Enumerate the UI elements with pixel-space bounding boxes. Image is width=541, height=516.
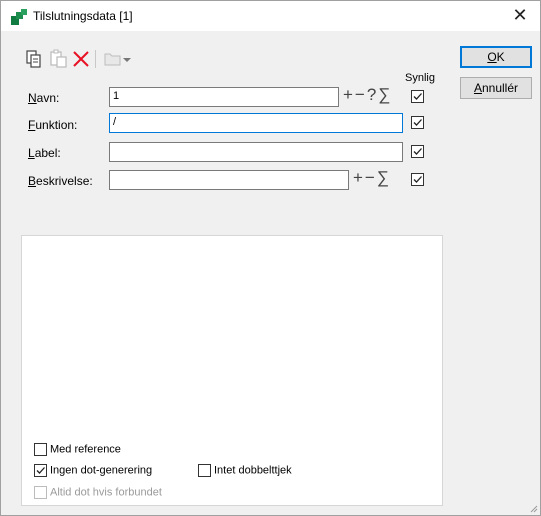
name-label: Navn: <box>28 91 60 105</box>
close-button[interactable]: ✕ <box>500 1 540 31</box>
window-title: Tilslutningsdata [1] <box>33 9 133 23</box>
folder-icon[interactable] <box>103 49 123 69</box>
copy-icon[interactable] <box>25 49 45 69</box>
no-dot-generation-checkbox[interactable] <box>34 464 47 477</box>
check-icon <box>413 176 422 183</box>
description-label: Beskrivelse: <box>28 174 93 188</box>
always-dot-if-connected-checkbox <box>34 486 47 499</box>
description-input[interactable] <box>109 170 349 190</box>
resize-grip-icon[interactable] <box>528 503 538 513</box>
no-double-check-checkbox[interactable] <box>198 464 211 477</box>
label-visible-checkbox[interactable] <box>411 145 424 158</box>
close-icon: ✕ <box>512 5 528 25</box>
check-icon <box>413 119 422 126</box>
dialog-window: Tilslutningsdata [1] ✕ OK Annullér Synli… <box>0 0 541 516</box>
no-dot-generation-option[interactable]: Ingen dot-generering <box>34 464 152 477</box>
with-reference-checkbox[interactable] <box>34 443 47 456</box>
name-visible-checkbox[interactable] <box>411 90 424 103</box>
toolbar-separator <box>95 50 96 68</box>
check-icon <box>36 467 45 474</box>
dropdown-arrow-icon[interactable] <box>121 49 133 69</box>
function-input[interactable]: / <box>109 113 403 133</box>
name-input[interactable]: 1 <box>109 87 339 107</box>
title-bar: Tilslutningsdata [1] ✕ <box>1 1 540 31</box>
description-symbols[interactable]: +−∑ <box>353 168 391 188</box>
check-icon <box>413 93 422 100</box>
name-symbols[interactable]: +−?∑ <box>343 85 392 105</box>
description-visible-checkbox[interactable] <box>411 173 424 186</box>
paste-icon[interactable] <box>49 49 69 69</box>
app-icon <box>11 9 27 25</box>
visible-column-header: Synlig <box>405 72 435 84</box>
label-input[interactable] <box>109 142 403 162</box>
no-double-check-option[interactable]: Intet dobbelttjek <box>198 464 292 477</box>
check-icon <box>413 148 422 155</box>
function-visible-checkbox[interactable] <box>411 116 424 129</box>
delete-icon[interactable] <box>71 49 91 69</box>
always-dot-if-connected-option: Altid dot hvis forbundet <box>34 486 162 499</box>
function-label: Funktion: <box>28 118 78 132</box>
with-reference-option[interactable]: Med reference <box>34 443 121 456</box>
label-label: Label: <box>28 146 61 160</box>
cancel-button[interactable]: Annullér <box>460 77 532 99</box>
ok-button[interactable]: OK <box>460 46 532 68</box>
